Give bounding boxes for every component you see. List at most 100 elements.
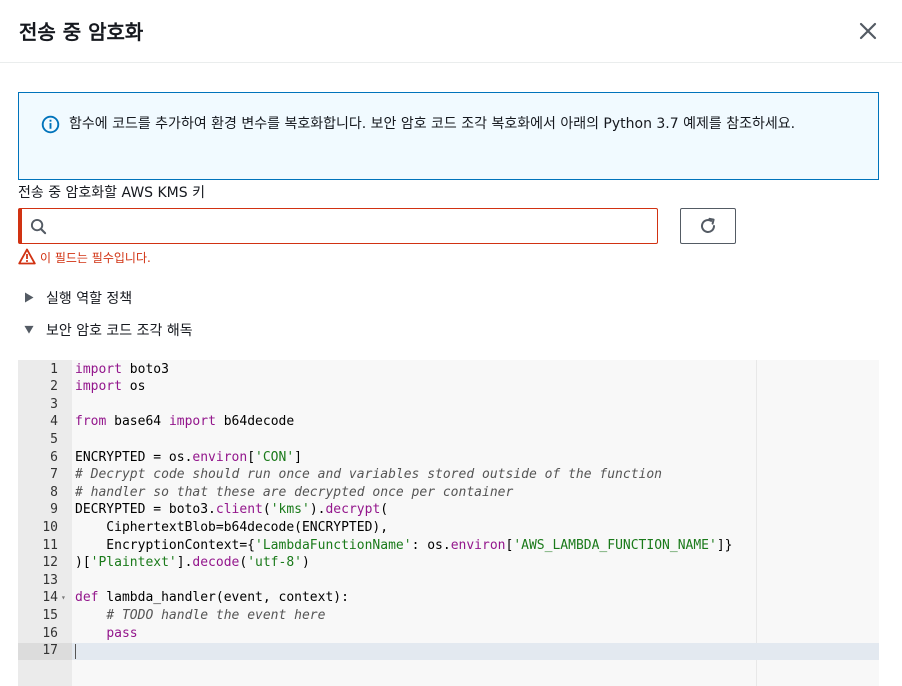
code-token: boto3 [121,361,169,377]
code-line[interactable]: 11 EncryptionContext={'LambdaFunctionNam… [18,537,879,555]
code-token: 'kms' [270,502,310,518]
code-token: 'CON' [255,449,295,465]
code-token: ( [262,502,271,518]
caret-down-icon [24,325,34,334]
close-icon [859,22,877,40]
code-line[interactable]: 3 [18,396,879,414]
code-line[interactable]: 15 # TODO handle the event here [18,607,879,625]
code-text: # TODO handle the event here [75,607,325,625]
line-number: 7 [50,467,58,483]
code-token: CiphertextBlob=b64decode(ENCRYPTED), [75,519,389,535]
code-token: lambda_handler(event, context): [98,590,349,606]
warning-icon [18,248,36,265]
code-token: EncryptionContext={ [75,537,256,553]
line-number: 12 [42,555,58,571]
info-text: 함수에 코드를 추가하여 환경 변수를 복호화합니다. 보안 암호 코드 조각 … [69,116,796,132]
code-text: pass [75,625,138,643]
line-number: 13 [42,572,58,588]
code-token: ( [380,502,389,518]
code-token: decrypt [325,502,381,518]
modal-header: 전송 중 암호화 [0,0,902,63]
code-token: pass [106,625,138,641]
code-token: ]} [716,537,733,553]
code-line[interactable]: 13 [18,572,879,590]
code-token: import [168,414,216,430]
code-token: from [75,414,107,430]
search-icon [30,218,47,235]
text-cursor [75,644,76,659]
code-token: os [121,379,146,395]
code-token: ]. [176,555,193,571]
line-number: 15 [42,607,58,623]
code-text: EncryptionContext={'LambdaFunctionName':… [75,537,732,555]
code-token: base64 [106,414,169,430]
code-line[interactable]: 7 # Decrypt code should run once and vari… [18,466,879,484]
refresh-icon [701,217,715,233]
expander-label: 실행 역할 정책 [46,291,133,307]
expander-label: 보안 암호 코드 조각 해독 [46,323,193,339]
line-number: 1 [50,361,58,377]
code-token: 'LambdaFunctionName' [255,537,412,553]
code-token: # TODO handle the event here [106,607,326,623]
close-button[interactable] [854,17,882,45]
code-token: def [75,590,99,606]
line-number: 4 [50,414,58,430]
code-token: ENCRYPTED = os. [75,449,193,465]
code-line[interactable]: 8 # handler so that these are decrypted o… [18,484,879,502]
code-line[interactable]: 17 [18,642,879,660]
modal-title: 전송 중 암호화 [19,20,144,44]
line-number: 10 [42,519,58,535]
fold-toggle-icon[interactable]: ▾ [61,589,69,607]
code-token: ] [294,449,302,465]
code-line[interactable]: 14 ▾ def lambda_handler(event, context): [18,589,879,607]
info-alert: 함수에 코드를 추가하여 환경 변수를 복호화합니다. 보안 암호 코드 조각 … [18,92,879,180]
code-token: 'Plaintext' [90,555,177,571]
code-editor[interactable]: 1 import boto3 2 import os 3 4 from base64 imp… [18,360,879,686]
code-line[interactable]: 4 from base64 import b64decode [18,413,879,431]
line-number: 6 [50,449,58,465]
code-token: # handler so that these are decrypted on… [75,484,514,500]
code-text: # handler so that these are decrypted on… [75,484,513,502]
code-token: [ [247,449,256,465]
code-line[interactable]: 2 import os [18,378,879,396]
kms-key-input[interactable] [54,209,654,243]
line-number: 3 [50,396,58,412]
code-line[interactable]: 12)['Plaintext'].decode('utf-8') [18,554,879,572]
code-text: CiphertextBlob=b64decode(ENCRYPTED), [75,519,388,537]
kms-key-label: 전송 중 암호화할 AWS KMS 키 [18,185,205,201]
code-line[interactable]: 6 ENCRYPTED = os.environ['CON'] [18,449,879,467]
code-line[interactable]: 16 pass [18,625,879,643]
code-token: : os. [411,537,451,553]
error-text: 이 필드는 필수입니다. [40,251,151,265]
line-number: 5 [50,431,58,447]
code-text: from base64 import b64decode [75,413,294,431]
kms-key-search [18,208,658,244]
code-line[interactable]: 10 CiphertextBlob=b64decode(ENCRYPTED), [18,519,879,537]
info-circle-icon [41,115,60,134]
code-text: def lambda_handler(event, context): [75,589,349,607]
code-token: ) [302,555,310,571]
code-token: client [215,502,263,518]
code-line[interactable]: 9 DECRYPTED = boto3.client('kms').decrypt… [18,501,879,519]
refresh-button[interactable] [680,208,736,244]
code-line[interactable]: 5 [18,431,879,449]
code-token: DECRYPTED = boto3. [75,502,216,518]
caret-right-icon [25,292,34,303]
line-number: 14 [42,590,58,606]
line-number: 17 [42,643,58,659]
line-number: 11 [42,537,58,553]
code-token: import [75,361,122,377]
code-token: # Decrypt code should run once and varia… [75,467,662,483]
code-text: import os [75,378,145,396]
code-token: 'utf-8' [247,555,302,571]
code-token: environ [450,537,506,553]
code-token: import [75,379,122,395]
line-number: 8 [50,484,58,500]
code-token: ). [309,502,326,518]
code-text: ENCRYPTED = os.environ['CON'] [75,449,302,467]
code-text: # Decrypt code should run once and varia… [75,466,662,484]
code-line[interactable]: 1 import boto3 [18,361,879,379]
code-token: decode [192,555,240,571]
